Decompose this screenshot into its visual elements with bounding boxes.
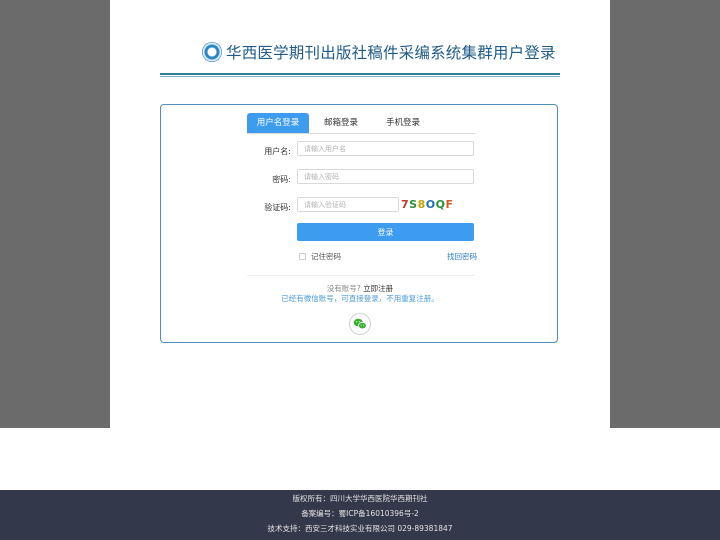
form-divider <box>247 275 475 276</box>
login-button[interactable]: 登录 <box>297 223 474 241</box>
footer-copyright: 版权所有：四川大学华西医院华西期刊社 <box>292 494 428 503</box>
password-input[interactable] <box>297 169 474 184</box>
page-footer: 版权所有：四川大学华西医院华西期刊社 备案编号：蜀ICP备16010396号-2… <box>0 490 720 540</box>
captcha-input[interactable] <box>297 197 399 212</box>
journal-seal-logo-icon <box>202 42 222 62</box>
register-question: 没有账号? <box>326 284 361 293</box>
captcha-image[interactable]: 7S8OQF <box>401 197 453 213</box>
tab-username-login[interactable]: 用户名登录 <box>247 113 309 133</box>
register-link[interactable]: 立即注册 <box>363 284 393 293</box>
wechat-icon <box>353 318 367 330</box>
captcha-char: O <box>425 198 436 211</box>
captcha-char: 8 <box>417 198 426 211</box>
captcha-char: Q <box>435 198 446 211</box>
header-divider-thin <box>160 76 560 77</box>
login-tabs: 用户名登录 邮箱登录 手机登录 <box>247 113 475 134</box>
captcha-label: 验证码: <box>264 203 291 212</box>
login-card: 用户名登录 邮箱登录 手机登录 用户名: 密码: 验证码: 7S8OQF 登录 … <box>160 104 558 343</box>
captcha-char: F <box>445 198 454 211</box>
password-label: 密码: <box>272 175 291 184</box>
captcha-char: 7 <box>401 198 410 211</box>
forgot-password-link[interactable]: 找回密码 <box>447 251 477 262</box>
footer-support: 技术支持：西安三才科技实业有限公司 029-89381847 <box>267 524 453 533</box>
wechat-note: 已经有微信账号，可直接登录，不用重复注册。 <box>281 294 439 303</box>
page-title: 华西医学期刊出版社稿件采编系统集群用户登录 <box>226 44 556 62</box>
username-label: 用户名: <box>264 147 291 156</box>
remember-label: 记住密码 <box>311 252 341 261</box>
footer-icp: 备案编号：蜀ICP备16010396号-2 <box>301 509 419 518</box>
page-header: 华西医学期刊出版社稿件采编系统集群用户登录 <box>160 40 560 78</box>
wechat-login-button[interactable] <box>349 313 371 335</box>
captcha-char: S <box>409 198 418 211</box>
tab-email-login[interactable]: 邮箱登录 <box>313 113 369 133</box>
tab-phone-login[interactable]: 手机登录 <box>375 113 431 133</box>
remember-checkbox[interactable] <box>299 253 306 260</box>
username-input[interactable] <box>297 141 474 156</box>
header-divider <box>160 73 560 75</box>
